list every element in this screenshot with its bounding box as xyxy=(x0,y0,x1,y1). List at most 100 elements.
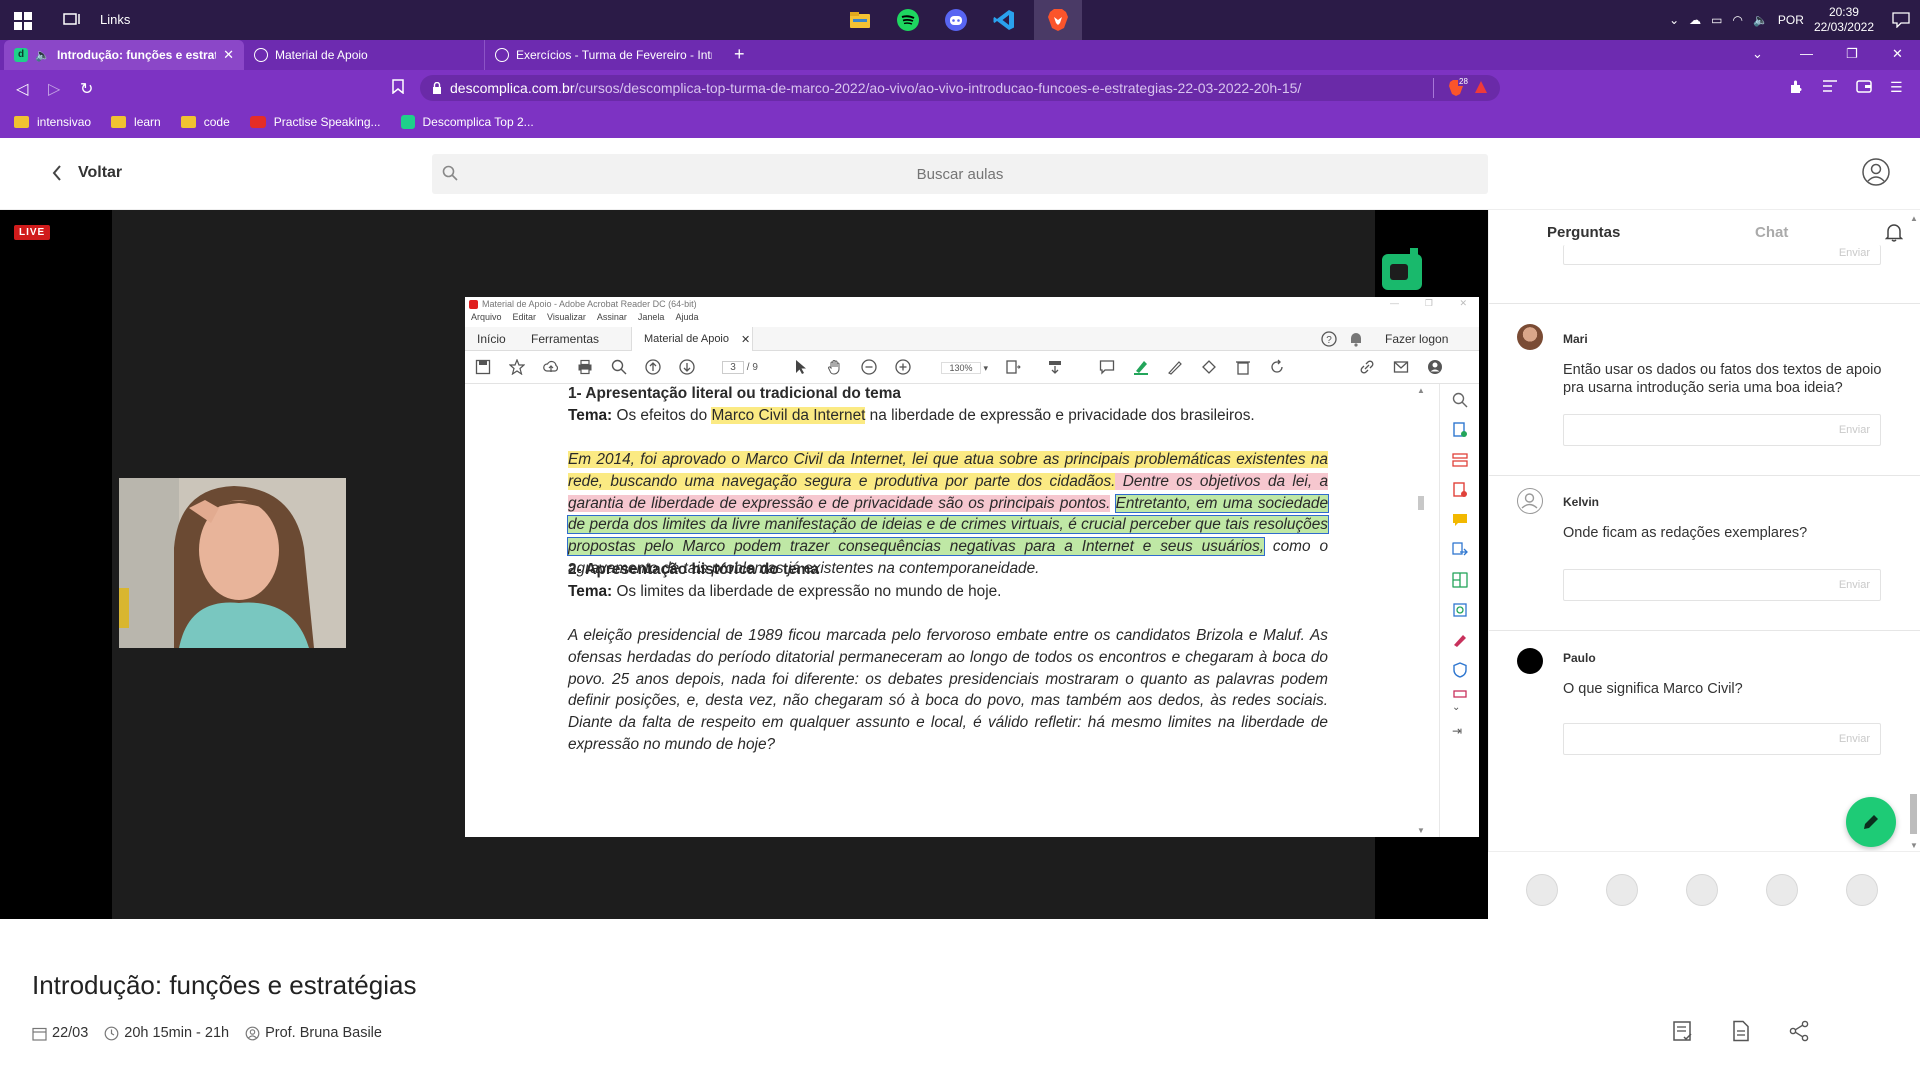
tab-search-chevron-icon[interactable]: ⌄ xyxy=(1752,46,1763,62)
acrobat-minimize-icon[interactable]: — xyxy=(1390,298,1399,308)
windows-start-icon[interactable] xyxy=(14,12,32,30)
spotify-icon[interactable] xyxy=(884,0,932,40)
bookmark-intensivao[interactable]: intensivao xyxy=(14,115,91,129)
rotate-icon[interactable] xyxy=(1269,359,1285,375)
collapse-pane-icon[interactable]: ⇥ xyxy=(1452,724,1468,740)
acrobat-login-link[interactable]: Fazer logon xyxy=(1385,332,1448,346)
close-tab-icon[interactable]: ✕ xyxy=(223,47,234,63)
language-indicator[interactable]: POR xyxy=(1778,13,1804,27)
sleepy-emoji-icon[interactable] xyxy=(1526,874,1558,906)
menu-icon[interactable]: ☰ xyxy=(1890,79,1908,97)
send-button[interactable]: Enviar xyxy=(1839,247,1870,259)
file-explorer-icon[interactable] xyxy=(836,0,884,40)
acrobat-close-icon[interactable]: ✕ xyxy=(1459,298,1467,309)
audio-playing-icon[interactable]: 🔈 xyxy=(35,48,50,62)
organize-pages-icon[interactable] xyxy=(1452,452,1468,468)
ask-question-button[interactable] xyxy=(1846,797,1896,847)
new-tab-button[interactable]: + xyxy=(734,44,745,65)
battery-icon[interactable]: ▭ xyxy=(1711,13,1722,27)
wallet-icon[interactable] xyxy=(1856,79,1874,97)
page-indicator[interactable]: 3 / 9 xyxy=(722,361,758,374)
highlight-pen-icon[interactable] xyxy=(1133,359,1149,375)
save-icon[interactable] xyxy=(475,359,491,375)
zoom-out-icon[interactable] xyxy=(861,359,877,375)
acrobat-tab-tools[interactable]: Ferramentas xyxy=(531,332,599,346)
edit-pdf-icon[interactable] xyxy=(1452,572,1468,588)
reading-list-icon[interactable] xyxy=(1822,79,1840,97)
side-zoom-icon[interactable] xyxy=(1452,392,1468,408)
tools-scroll-down-icon[interactable]: ⌄ xyxy=(1452,702,1468,718)
zoom-search-icon[interactable] xyxy=(611,359,627,375)
brave-browser-icon[interactable] xyxy=(1034,0,1082,40)
acrobat-tab-document[interactable]: Material de Apoio ✕ xyxy=(631,327,753,351)
browser-tab[interactable]: Exercícios - Turma de Fevereiro - Intro xyxy=(484,40,722,70)
discord-icon[interactable] xyxy=(932,0,980,40)
enhance-scans-icon[interactable] xyxy=(1452,602,1468,618)
stamp-icon[interactable] xyxy=(1201,359,1217,375)
trash-icon[interactable] xyxy=(1235,359,1251,375)
volume-icon[interactable]: 🔈 xyxy=(1753,13,1768,27)
acrobat-doc-tab-close-icon[interactable]: ✕ xyxy=(741,333,750,346)
forward-arrow-icon[interactable]: ▷ xyxy=(48,79,60,99)
tab-questions[interactable]: Perguntas xyxy=(1547,224,1620,241)
minimize-window-button[interactable]: — xyxy=(1800,46,1813,61)
document-icon[interactable] xyxy=(1730,1020,1752,1042)
acrobat-menu-item[interactable]: Editar xyxy=(513,312,537,327)
zoom-level-dropdown[interactable]: 130% ▾ xyxy=(941,362,988,374)
video-player[interactable]: Material de Apoio - Adobe Acrobat Reader… xyxy=(0,210,1488,919)
send-button[interactable]: Enviar xyxy=(1839,579,1870,591)
star-icon[interactable] xyxy=(509,359,525,375)
comment-icon[interactable] xyxy=(1099,359,1115,375)
surprised-emoji-icon[interactable] xyxy=(1606,874,1638,906)
pdf-scrollbar[interactable]: ▲ ▼ xyxy=(1415,384,1427,837)
protect-icon[interactable] xyxy=(1452,662,1468,678)
fit-page-icon[interactable] xyxy=(1005,359,1021,375)
acrobat-bell-icon[interactable] xyxy=(1349,331,1363,347)
bookmark-practise-speaking[interactable]: Practise Speaking... xyxy=(249,115,381,129)
back-button[interactable]: Voltar xyxy=(52,164,122,182)
search-input[interactable] xyxy=(432,154,1488,194)
extensions-icon[interactable] xyxy=(1788,79,1806,97)
page-down-icon[interactable] xyxy=(679,359,695,375)
print-icon[interactable] xyxy=(577,359,593,375)
onedrive-icon[interactable]: ☁ xyxy=(1689,13,1701,27)
browser-tab[interactable]: Material de Apoio xyxy=(244,40,482,70)
zoom-in-icon[interactable] xyxy=(895,359,911,375)
upload-cloud-icon[interactable] xyxy=(543,359,559,375)
panel-scrollbar[interactable]: ▲ ▼ xyxy=(1907,210,1920,850)
pdf-page[interactable]: 1- Apresentação literal ou tradicional d… xyxy=(465,384,1420,837)
lock-icon[interactable] xyxy=(432,82,442,94)
account-icon[interactable] xyxy=(1862,158,1890,186)
page-number-input[interactable]: 3 xyxy=(722,361,744,374)
create-pdf-icon[interactable] xyxy=(1452,482,1468,498)
task-view-icon[interactable] xyxy=(62,11,82,29)
shocked-emoji-icon[interactable] xyxy=(1846,874,1878,906)
fill-sign-icon[interactable] xyxy=(1452,632,1468,648)
reply-input[interactable]: Enviar xyxy=(1563,414,1881,446)
clock[interactable]: 20:39 22/03/2022 xyxy=(1814,5,1874,35)
reply-input[interactable]: Enviar xyxy=(1563,245,1881,265)
combine-files-icon[interactable] xyxy=(1452,542,1468,558)
bookmark-descomplica[interactable]: Descomplica Top 2... xyxy=(400,115,534,129)
more-tools-icon[interactable] xyxy=(1452,690,1468,698)
acrobat-menu-item[interactable]: Arquivo xyxy=(471,312,502,327)
search-box[interactable] xyxy=(432,154,1488,194)
scroll-mode-icon[interactable] xyxy=(1047,359,1063,375)
notes-icon[interactable] xyxy=(1672,1020,1694,1042)
link-icon[interactable] xyxy=(1359,359,1375,375)
bookmark-page-icon[interactable] xyxy=(392,79,404,94)
notification-bell-icon[interactable] xyxy=(1885,222,1903,242)
reply-input[interactable]: Enviar xyxy=(1563,723,1881,755)
restore-window-button[interactable]: ❐ xyxy=(1846,46,1858,62)
comment-tool-icon[interactable] xyxy=(1452,512,1468,528)
address-bar[interactable]: descomplica.com.br /cursos/descomplica-t… xyxy=(420,75,1500,101)
send-button[interactable]: Enviar xyxy=(1839,424,1870,436)
acrobat-menu-item[interactable]: Assinar xyxy=(597,312,627,327)
vscode-icon[interactable] xyxy=(980,0,1028,40)
page-up-icon[interactable] xyxy=(645,359,661,375)
send-button[interactable]: Enviar xyxy=(1839,733,1870,745)
acrobat-reader-window[interactable]: Material de Apoio - Adobe Acrobat Reader… xyxy=(465,297,1479,837)
select-cursor-icon[interactable] xyxy=(793,359,809,375)
brave-shields-icon[interactable]: 28 xyxy=(1448,77,1469,97)
taskbar-links-label[interactable]: Links xyxy=(100,12,130,27)
